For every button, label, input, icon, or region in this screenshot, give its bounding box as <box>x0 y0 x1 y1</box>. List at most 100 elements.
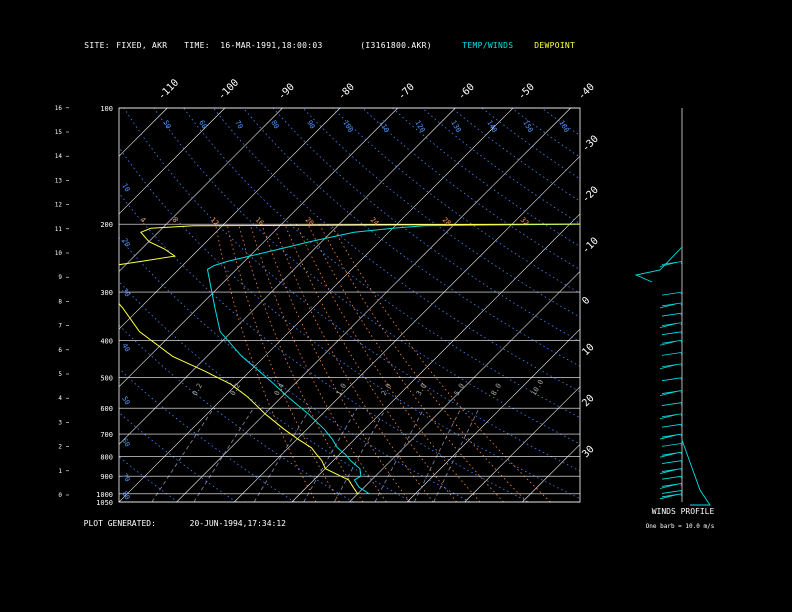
dry-adiabat-label: 150 <box>521 119 534 134</box>
wind-barb <box>661 475 683 480</box>
wind-barb <box>661 433 683 438</box>
isotherm-line <box>0 108 52 502</box>
top-temperature-label: -70 <box>396 82 417 103</box>
mixing-ratio-label: 0.2 <box>191 382 204 397</box>
isotherm-line <box>234 155 580 502</box>
moist-adiabat-label: 4 <box>139 216 148 225</box>
wind-barb <box>661 451 683 456</box>
theta-left-label: 30 <box>120 287 131 298</box>
height-km-label: 5 <box>58 371 62 378</box>
isotherm-line <box>349 271 580 502</box>
wind-barb <box>661 413 683 418</box>
sounding-series <box>119 223 580 495</box>
dry-adiabat-label: 120 <box>413 119 426 134</box>
dry-adiabat <box>119 368 296 502</box>
moist-adiabat <box>330 223 551 502</box>
dry-adiabat <box>119 456 179 502</box>
mixing-ratio-line <box>151 407 215 502</box>
dry-adiabat-label: 130 <box>449 119 462 134</box>
dewpoint-line <box>119 223 580 495</box>
wind-barb <box>661 468 683 472</box>
height-km-label: 7 <box>58 323 62 330</box>
dry-adiabat <box>421 108 580 225</box>
wind-barb <box>661 423 683 428</box>
pressure-tick-label: 800 <box>100 453 113 461</box>
dry-adiabat <box>392 108 580 247</box>
dry-adiabat <box>302 108 580 318</box>
pressure-tick-label: 1000 <box>96 491 113 499</box>
wind-barb <box>661 490 683 494</box>
isotherm-line <box>0 108 110 502</box>
right-temperature-label: 30 <box>580 444 596 460</box>
isotherm-line <box>119 108 283 272</box>
mixing-ratio-label: 2.0 <box>380 382 393 397</box>
mixing-ratio-label: 10.0 <box>530 378 545 397</box>
right-temperature-label: 20 <box>580 393 596 409</box>
wind-barb <box>661 312 683 317</box>
theta-left-label: 50 <box>120 395 131 406</box>
wind-barb <box>661 442 683 447</box>
moist-adiabat <box>226 224 340 502</box>
wind-barb <box>661 291 683 296</box>
height-km-label: 14 <box>55 153 63 160</box>
top-temperature-label: -100 <box>216 77 241 102</box>
top-temperature-label: -80 <box>336 82 357 103</box>
mixing-ratio-label: 8.0 <box>490 382 503 397</box>
pressure-tick-label: 1050 <box>96 499 113 507</box>
mixing-ratio-label: 5.0 <box>453 382 466 397</box>
mixing-ratio-line <box>303 408 358 502</box>
pressure-tick-label: 300 <box>100 289 113 297</box>
height-km-label: 13 <box>55 177 63 184</box>
dry-adiabat <box>213 108 580 393</box>
top-temperature-label: -90 <box>276 82 297 103</box>
wind-barb <box>661 402 683 406</box>
top-temperature-label: -110 <box>156 77 181 102</box>
isotherm-line <box>291 213 580 502</box>
height-km-label: 10 <box>55 250 63 257</box>
theta-left-label: 60 <box>120 437 131 448</box>
dry-adiabat-label: 90 <box>305 119 316 130</box>
moist-adiabat <box>215 224 317 502</box>
dry-adiabat-label: 70 <box>233 119 244 130</box>
wind-barb-top <box>634 246 683 283</box>
right-temperature-label: 10 <box>580 342 596 358</box>
pressure-tick-label: 500 <box>100 375 113 383</box>
height-km-label: 6 <box>58 347 62 354</box>
isotherm-line <box>406 328 580 502</box>
dry-adiabat-label: 50 <box>161 119 172 130</box>
dry-adiabat <box>183 108 580 418</box>
right-temperature-label: -10 <box>580 236 601 257</box>
dry-adiabat-label: 160 <box>557 119 570 134</box>
wind-barb <box>661 483 683 487</box>
moist-adiabat <box>249 223 387 502</box>
isotherm-line <box>464 386 580 502</box>
moist-adiabat <box>295 223 481 502</box>
moist-adiabat-label: 32 <box>519 216 531 228</box>
right-temperature-label: -30 <box>580 134 601 155</box>
theta-left-label: 10 <box>120 182 131 193</box>
top-temperature-label: -60 <box>456 82 477 103</box>
wind-barb <box>661 331 683 336</box>
wind-barb <box>661 363 683 368</box>
theta-left-label: 80 <box>120 490 131 501</box>
moist-adiabat <box>307 223 504 502</box>
dry-adiabat-label: 60 <box>197 119 208 130</box>
wind-barb-bottom <box>681 439 711 506</box>
dry-adiabat <box>153 108 580 445</box>
skewt-chart: 1002003004005006007008009001000105001234… <box>0 77 715 530</box>
wind-barb <box>661 390 683 394</box>
wind-barb <box>661 377 683 382</box>
dry-adiabat-label: 100 <box>341 119 354 134</box>
top-temperature-label: -40 <box>576 82 597 103</box>
dry-adiabat <box>451 108 580 202</box>
pressure-tick-label: 600 <box>100 405 113 413</box>
pressure-tick-label: 700 <box>100 431 113 439</box>
pressure-tick-label: 100 <box>100 105 113 113</box>
dry-adiabat <box>119 192 529 502</box>
isotherm-line <box>119 108 514 502</box>
wind-barb <box>661 352 683 356</box>
height-km-label: 1 <box>58 468 62 475</box>
pressure-tick-label: 900 <box>100 473 113 481</box>
dry-adiabat <box>119 324 354 502</box>
dry-adiabat <box>123 108 580 472</box>
